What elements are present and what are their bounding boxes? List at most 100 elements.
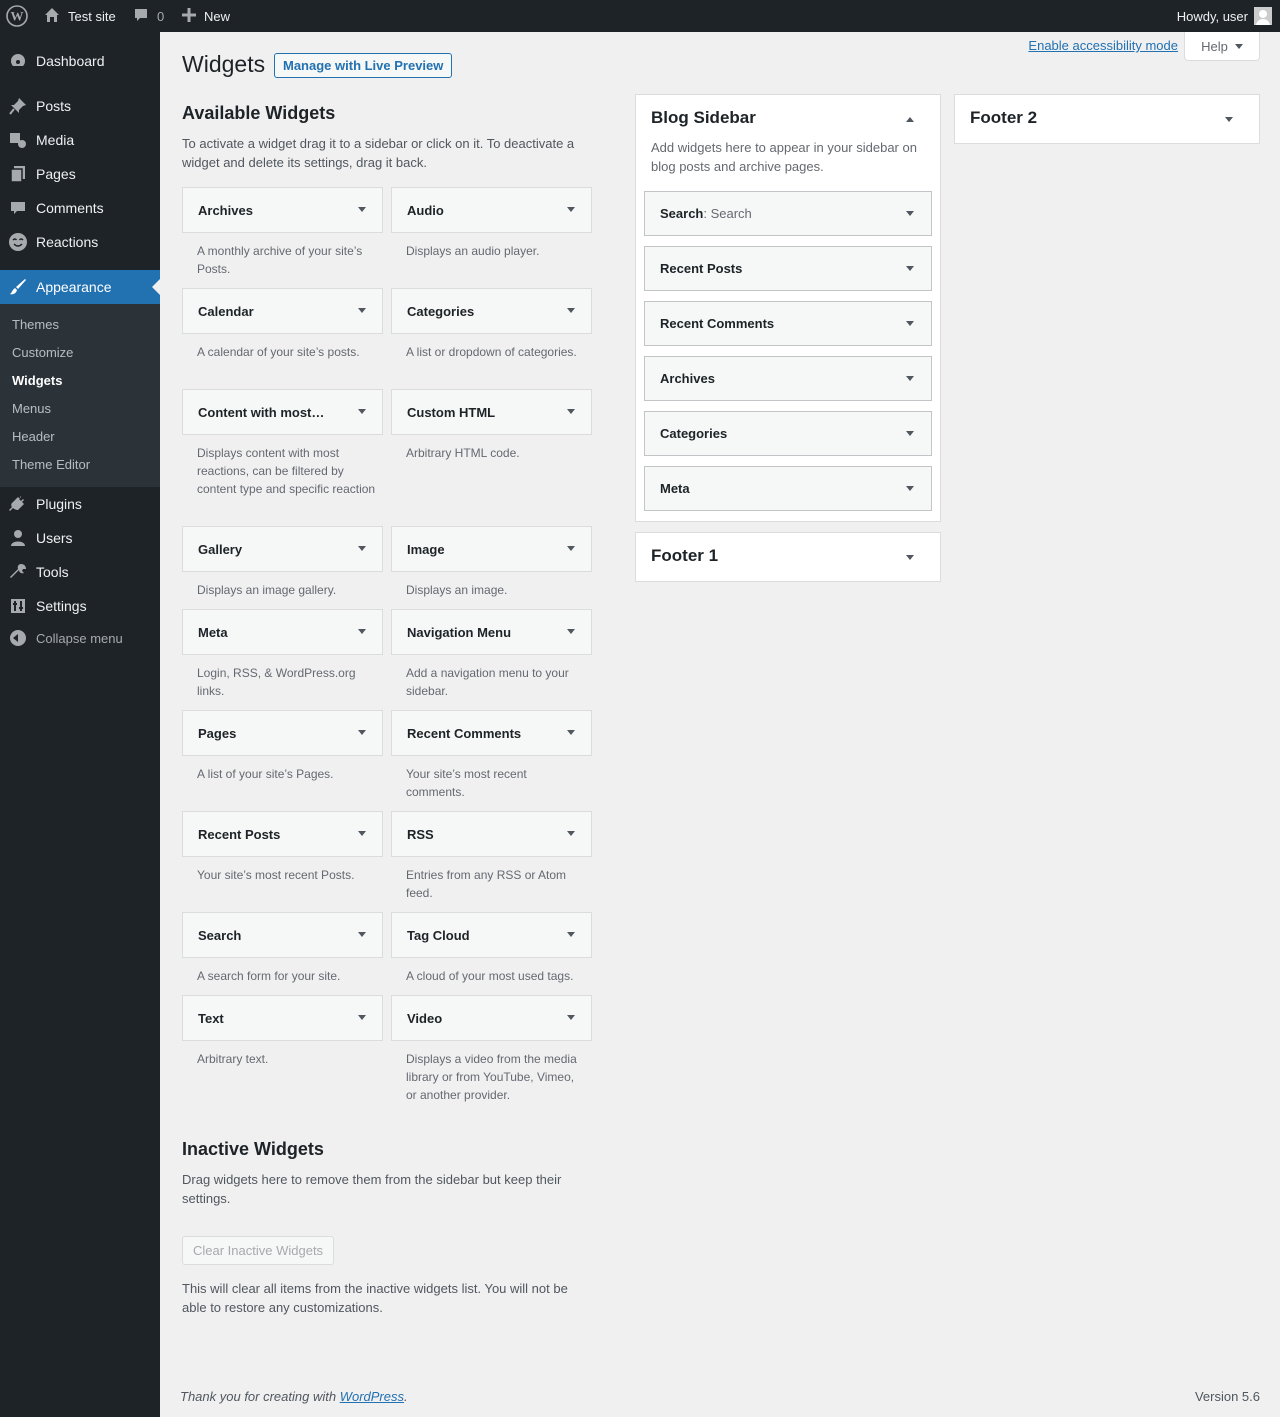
widget-item[interactable]: Tag Cloud	[391, 912, 592, 958]
footer-2-area[interactable]: Footer 2	[954, 94, 1260, 144]
blog-sidebar-title: Blog Sidebar	[651, 108, 756, 127]
avatar	[1254, 7, 1272, 25]
widget-item[interactable]: Content with most…	[182, 389, 383, 435]
widget-item[interactable]: Custom HTML	[391, 389, 592, 435]
menu-item-settings[interactable]: Settings	[0, 589, 160, 623]
appearance-submenu: Themes Customize Widgets Menus Header Th…	[0, 304, 160, 487]
chevron-down-icon[interactable]	[567, 546, 575, 551]
version-text: Version 5.6	[1194, 1389, 1260, 1404]
menu-item-comments[interactable]: Comments	[0, 191, 160, 225]
clear-inactive-widgets-button[interactable]: Clear Inactive Widgets	[182, 1236, 335, 1265]
chevron-down-icon[interactable]	[358, 409, 366, 414]
menu-item-reactions[interactable]: Reactions	[0, 225, 160, 259]
sidebar-widget-item[interactable]: Search: Search	[644, 191, 932, 236]
chevron-up-icon[interactable]	[906, 117, 914, 122]
comments-link[interactable]: 0	[133, 0, 164, 32]
submenu-theme-editor[interactable]: Theme Editor	[12, 457, 90, 472]
my-account-link[interactable]: Howdy, user	[1177, 0, 1272, 32]
collapse-menu-button[interactable]: Collapse menu	[0, 626, 160, 650]
wordpress-link[interactable]: WordPress	[340, 1389, 404, 1404]
accessibility-mode-link[interactable]: Enable accessibility mode	[1028, 38, 1178, 53]
widget-item[interactable]: Recent Posts	[182, 811, 383, 857]
widget-description: A monthly archive of your site’s Posts.	[197, 244, 363, 276]
chevron-down-icon[interactable]	[567, 629, 575, 634]
site-name-link[interactable]: Test site	[44, 0, 116, 32]
sidebar-widget-title: Categories	[660, 426, 728, 441]
sidebar-widget-item[interactable]: Recent Comments	[644, 301, 932, 346]
widget-title: Content with most…	[198, 404, 325, 420]
menu-item-appearance[interactable]: Appearance	[0, 270, 160, 304]
widget-item[interactable]: Navigation Menu	[391, 609, 592, 655]
widget-item[interactable]: RSS	[391, 811, 592, 857]
menu-item-tools[interactable]: Tools	[0, 555, 160, 589]
chevron-down-icon[interactable]	[906, 431, 914, 436]
widget-item[interactable]: Search	[182, 912, 383, 958]
collapse-arrow-icon	[0, 630, 36, 646]
menu-item-posts[interactable]: Posts	[0, 89, 160, 123]
chevron-down-icon[interactable]	[906, 486, 914, 491]
chevron-down-icon[interactable]	[1225, 117, 1233, 122]
menu-item-dashboard[interactable]: Dashboard	[0, 44, 160, 78]
chevron-down-icon[interactable]	[906, 321, 914, 326]
chevron-down-icon[interactable]	[567, 409, 575, 414]
pushpin-icon	[0, 97, 36, 115]
chevron-down-icon[interactable]	[358, 831, 366, 836]
widget-item[interactable]: Recent Comments	[391, 710, 592, 756]
blog-sidebar-description: Add widgets here to appear in your sideb…	[651, 140, 917, 174]
chevron-down-icon[interactable]	[567, 207, 575, 212]
widget-item[interactable]: Image	[391, 526, 592, 572]
widget-item[interactable]: Audio	[391, 187, 592, 233]
chevron-down-icon[interactable]	[906, 555, 914, 560]
chevron-down-icon[interactable]	[358, 207, 366, 212]
menu-item-plugins[interactable]: Plugins	[0, 487, 160, 521]
menu-item-users[interactable]: Users	[0, 521, 160, 555]
sidebar-widget-item[interactable]: Archives	[644, 356, 932, 401]
chevron-down-icon[interactable]	[358, 546, 366, 551]
new-content-link[interactable]: New	[182, 0, 230, 32]
menu-item-media[interactable]: Media	[0, 123, 160, 157]
chevron-down-icon[interactable]	[906, 376, 914, 381]
chevron-down-icon[interactable]	[567, 730, 575, 735]
chevron-down-icon[interactable]	[358, 629, 366, 634]
chevron-down-icon[interactable]	[358, 730, 366, 735]
widget-title: Navigation Menu	[407, 624, 512, 640]
widget-item[interactable]: Meta	[182, 609, 383, 655]
widget-title: Custom HTML	[407, 404, 496, 420]
footer-2-title: Footer 2	[970, 108, 1038, 127]
widget-item[interactable]: Categories	[391, 288, 592, 334]
menu-item-pages[interactable]: Pages	[0, 157, 160, 191]
chevron-down-icon[interactable]	[567, 1015, 575, 1020]
chevron-down-icon[interactable]	[906, 211, 914, 216]
chevron-down-icon[interactable]	[567, 308, 575, 313]
chevron-down-icon[interactable]	[567, 831, 575, 836]
widget-item[interactable]: Video	[391, 995, 592, 1041]
plug-icon	[0, 495, 36, 513]
submenu-widgets[interactable]: Widgets	[12, 373, 62, 388]
chevron-down-icon[interactable]	[358, 932, 366, 937]
help-tab-button[interactable]: Help	[1184, 32, 1260, 61]
widget-item[interactable]: Gallery	[182, 526, 383, 572]
submenu-customize[interactable]: Customize	[12, 345, 73, 360]
manage-live-preview-button[interactable]: Manage with Live Preview	[274, 53, 453, 78]
blog-sidebar-area[interactable]: Blog Sidebar Add widgets here to appear …	[635, 94, 941, 522]
widget-item[interactable]: Pages	[182, 710, 383, 756]
footer-1-area[interactable]: Footer 1	[635, 532, 941, 582]
widget-description: Add a navigation menu to your sidebar.	[406, 666, 569, 698]
widget-item[interactable]: Text	[182, 995, 383, 1041]
sidebar-widget-item[interactable]: Categories	[644, 411, 932, 456]
widget-title: Recent Posts	[198, 826, 281, 842]
widget-item[interactable]: Archives	[182, 187, 383, 233]
submenu-themes[interactable]: Themes	[12, 317, 59, 332]
chevron-down-icon[interactable]	[358, 308, 366, 313]
chevron-down-icon[interactable]	[567, 932, 575, 937]
chevron-down-icon[interactable]	[906, 266, 914, 271]
wordpress-logo-icon[interactable]: W	[6, 0, 28, 32]
submenu-header[interactable]: Header	[12, 429, 55, 444]
submenu-menus[interactable]: Menus	[12, 401, 51, 416]
comment-bubble-icon	[0, 199, 36, 217]
widget-item[interactable]: Calendar	[182, 288, 383, 334]
sidebar-widget-item[interactable]: Meta	[644, 466, 932, 511]
widget-description: Your site’s most recent Posts.	[197, 868, 355, 882]
sidebar-widget-item[interactable]: Recent Posts	[644, 246, 932, 291]
chevron-down-icon[interactable]	[358, 1015, 366, 1020]
